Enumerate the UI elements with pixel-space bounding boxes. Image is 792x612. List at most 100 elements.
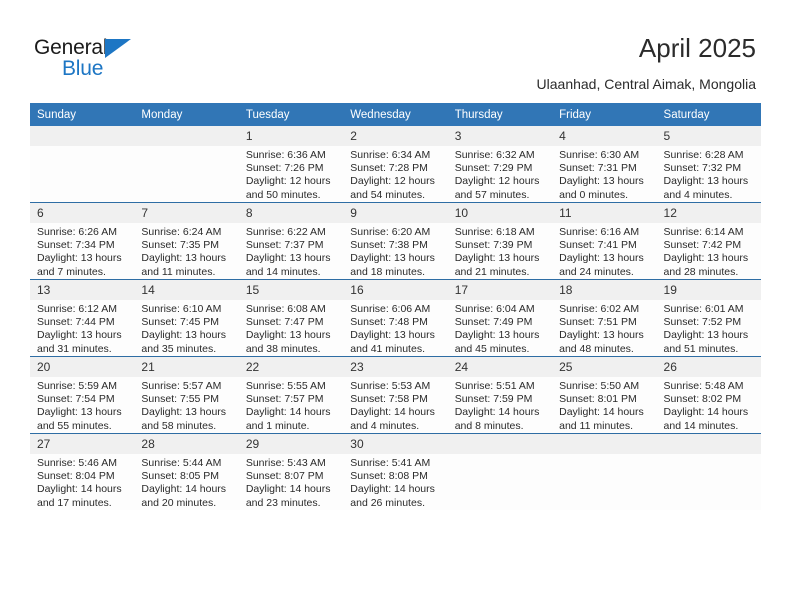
sunrise-text: Sunrise: 5:50 AM — [559, 380, 640, 392]
day-number: 12 — [656, 203, 761, 223]
day-details: Sunrise: 6:02 AM Sunset: 7:51 PM Daylight:… — [552, 300, 656, 356]
day-details: Sunrise: 5:48 AM Sunset: 8:02 PM Daylight:… — [657, 377, 761, 433]
day-number: 23 — [343, 357, 448, 377]
day-number: 26 — [656, 357, 761, 377]
daylight-text: Daylight: 13 hours and 4 minutes. — [663, 175, 749, 201]
sunrise-text: Sunrise: 6:32 AM — [454, 149, 535, 161]
day-number: 10 — [447, 203, 553, 223]
sunset-text: Sunset: 7:42 PM — [663, 239, 742, 252]
sunrise-text: Sunrise: 6:14 AM — [663, 226, 744, 238]
sunrise-text: Sunrise: 6:16 AM — [559, 226, 640, 238]
calendar-day-cell[interactable]: 25 Sunrise: 5:50 AM Sunset: 8:01 PM Dayligh… — [552, 356, 657, 434]
calendar-day-cell[interactable]: 23 Sunrise: 5:53 AM Sunset: 7:58 PM Dayligh… — [343, 356, 448, 434]
calendar-day-cell[interactable]: 19 Sunrise: 6:01 AM Sunset: 7:52 PM Dayligh… — [656, 279, 761, 357]
calendar-day-cell[interactable]: 18 Sunrise: 6:02 AM Sunset: 7:51 PM Dayligh… — [552, 279, 657, 357]
daylight-text: Daylight: 13 hours and 21 minutes. — [454, 252, 540, 278]
calendar-day-cell[interactable]: 13 Sunrise: 6:12 AM Sunset: 7:44 PM Dayligh… — [30, 279, 135, 357]
day-number: 2 — [343, 126, 448, 146]
day-number: 3 — [447, 126, 553, 146]
calendar-body: 1 Sunrise: 6:36 AM Sunset: 7:26 PM Daylight… — [30, 126, 761, 510]
calendar-day-cell[interactable]: 4 Sunrise: 6:30 AM Sunset: 7:31 PM Daylight… — [552, 126, 657, 203]
calendar-day-cell[interactable]: 30 Sunrise: 5:41 AM Sunset: 8:08 PM Dayligh… — [343, 433, 448, 510]
calendar-day-cell[interactable]: 9 Sunrise: 6:20 AM Sunset: 7:38 PM Daylight… — [343, 202, 448, 280]
sunrise-text: Sunrise: 6:08 AM — [245, 303, 326, 315]
sunset-text: Sunset: 7:29 PM — [454, 162, 533, 175]
triangle-icon — [105, 39, 131, 58]
calendar-day-cell[interactable]: 28 Sunrise: 5:44 AM Sunset: 8:05 PM Dayligh… — [134, 433, 239, 510]
day-details: Sunrise: 6:10 AM Sunset: 7:45 PM Daylight:… — [134, 300, 238, 356]
sunset-text: Sunset: 7:39 PM — [454, 239, 533, 252]
calendar-day-cell[interactable]: 29 Sunrise: 5:43 AM Sunset: 8:07 PM Dayligh… — [238, 433, 344, 510]
sunrise-text: Sunrise: 5:43 AM — [245, 457, 326, 469]
calendar-day-cell[interactable]: 3 Sunrise: 6:32 AM Sunset: 7:29 PM Daylight… — [447, 126, 553, 203]
day-number: 22 — [238, 357, 344, 377]
calendar-day-cell[interactable]: 15 Sunrise: 6:08 AM Sunset: 7:47 PM Dayligh… — [238, 279, 344, 357]
sunset-text: Sunset: 7:31 PM — [559, 162, 637, 175]
calendar-day-cell[interactable]: 12 Sunrise: 6:14 AM Sunset: 7:42 PM Dayligh… — [656, 202, 761, 280]
sunrise-text: Sunrise: 5:55 AM — [245, 380, 326, 392]
day-number: 21 — [134, 357, 239, 377]
calendar-empty-cell — [552, 433, 657, 510]
day-number: 5 — [656, 126, 761, 146]
sunset-text: Sunset: 7:58 PM — [350, 393, 428, 406]
day-number: 20 — [30, 357, 135, 377]
sunrise-text: Sunrise: 6:01 AM — [663, 303, 744, 315]
calendar-day-cell[interactable]: 24 Sunrise: 5:51 AM Sunset: 7:59 PM Dayligh… — [447, 356, 553, 434]
sunset-text: Sunset: 7:59 PM — [454, 393, 533, 406]
daylight-text: Daylight: 13 hours and 31 minutes. — [37, 329, 122, 355]
sunset-text: Sunset: 7:37 PM — [245, 239, 324, 252]
daylight-text: Daylight: 13 hours and 11 minutes. — [141, 252, 227, 278]
daylight-text: Daylight: 14 hours and 4 minutes. — [350, 406, 435, 432]
day-number: 30 — [343, 434, 448, 454]
sunrise-text: Sunrise: 5:53 AM — [350, 380, 431, 392]
calendar-day-cell[interactable]: 20 Sunrise: 5:59 AM Sunset: 7:54 PM Dayligh… — [30, 356, 135, 434]
calendar-day-cell[interactable]: 1 Sunrise: 6:36 AM Sunset: 7:26 PM Daylight… — [238, 126, 344, 203]
day-details: Sunrise: 5:53 AM Sunset: 7:58 PM Daylight:… — [343, 377, 447, 433]
calendar-header-row: Sunday Monday Tuesday Wednesday Thursday… — [30, 103, 761, 126]
sunrise-text: Sunrise: 5:51 AM — [454, 380, 535, 392]
calendar-day-cell[interactable]: 10 Sunrise: 6:18 AM Sunset: 7:39 PM Dayligh… — [447, 202, 553, 280]
calendar-day-cell[interactable]: 17 Sunrise: 6:04 AM Sunset: 7:49 PM Dayligh… — [447, 279, 553, 357]
calendar-day-cell[interactable]: 6 Sunrise: 6:26 AM Sunset: 7:34 PM Daylight… — [30, 202, 135, 280]
calendar-table: Sunday Monday Tuesday Wednesday Thursday… — [30, 103, 761, 510]
sunset-text: Sunset: 7:51 PM — [559, 316, 637, 329]
sunrise-text: Sunrise: 5:46 AM — [37, 457, 117, 469]
calendar-day-cell[interactable]: 27 Sunrise: 5:46 AM Sunset: 8:04 PM Dayligh… — [30, 433, 135, 510]
calendar-day-cell[interactable]: 14 Sunrise: 6:10 AM Sunset: 7:45 PM Dayligh… — [134, 279, 239, 357]
calendar-week-row: 1 Sunrise: 6:36 AM Sunset: 7:26 PM Daylight… — [30, 126, 761, 203]
sunrise-text: Sunrise: 6:18 AM — [454, 226, 535, 238]
day-number: 27 — [30, 434, 135, 454]
calendar-day-cell[interactable]: 2 Sunrise: 6:34 AM Sunset: 7:28 PM Daylight… — [343, 126, 448, 203]
calendar-week-row: 6 Sunrise: 6:26 AM Sunset: 7:34 PM Daylight… — [30, 202, 761, 280]
weekday-header-saturday: Saturday — [656, 103, 761, 126]
daylight-text: Daylight: 14 hours and 20 minutes. — [141, 483, 227, 509]
sunset-text: Sunset: 7:32 PM — [663, 162, 742, 175]
daylight-text: Daylight: 13 hours and 7 minutes. — [37, 252, 122, 278]
day-number: 18 — [552, 280, 657, 300]
sunrise-text: Sunrise: 5:59 AM — [37, 380, 117, 392]
brand-logo[interactable]: General Blue — [34, 36, 154, 82]
sunset-text: Sunset: 7:28 PM — [350, 162, 428, 175]
day-details: Sunrise: 6:04 AM Sunset: 7:49 PM Daylight:… — [448, 300, 552, 356]
calendar-day-cell[interactable]: 7 Sunrise: 6:24 AM Sunset: 7:35 PM Daylight… — [134, 202, 239, 280]
daylight-text: Daylight: 14 hours and 26 minutes. — [350, 483, 435, 509]
calendar-day-cell[interactable]: 21 Sunrise: 5:57 AM Sunset: 7:55 PM Dayligh… — [134, 356, 239, 434]
sunrise-text: Sunrise: 5:48 AM — [663, 380, 744, 392]
calendar-day-cell[interactable]: 26 Sunrise: 5:48 AM Sunset: 8:02 PM Dayligh… — [656, 356, 761, 434]
sunset-text: Sunset: 8:01 PM — [559, 393, 637, 406]
day-number: 17 — [447, 280, 553, 300]
day-details: Sunrise: 6:16 AM Sunset: 7:41 PM Daylight:… — [552, 223, 656, 279]
sunrise-text: Sunrise: 6:24 AM — [141, 226, 222, 238]
calendar-day-cell[interactable]: 16 Sunrise: 6:06 AM Sunset: 7:48 PM Dayligh… — [343, 279, 448, 357]
calendar-day-cell[interactable]: 11 Sunrise: 6:16 AM Sunset: 7:41 PM Dayligh… — [552, 202, 657, 280]
calendar-day-cell[interactable]: 22 Sunrise: 5:55 AM Sunset: 7:57 PM Dayligh… — [238, 356, 344, 434]
sunset-text: Sunset: 7:48 PM — [350, 316, 428, 329]
sunset-text: Sunset: 7:47 PM — [245, 316, 324, 329]
daylight-text: Daylight: 13 hours and 58 minutes. — [141, 406, 227, 432]
calendar-day-cell[interactable]: 5 Sunrise: 6:28 AM Sunset: 7:32 PM Daylight… — [656, 126, 761, 203]
calendar-day-cell[interactable]: 8 Sunrise: 6:22 AM Sunset: 7:37 PM Daylight… — [238, 202, 344, 280]
weekday-header-wednesday: Wednesday — [343, 103, 448, 126]
day-details: Sunrise: 6:14 AM Sunset: 7:42 PM Daylight:… — [657, 223, 761, 279]
daylight-text: Daylight: 13 hours and 0 minutes. — [559, 175, 644, 201]
day-number: 8 — [238, 203, 344, 223]
